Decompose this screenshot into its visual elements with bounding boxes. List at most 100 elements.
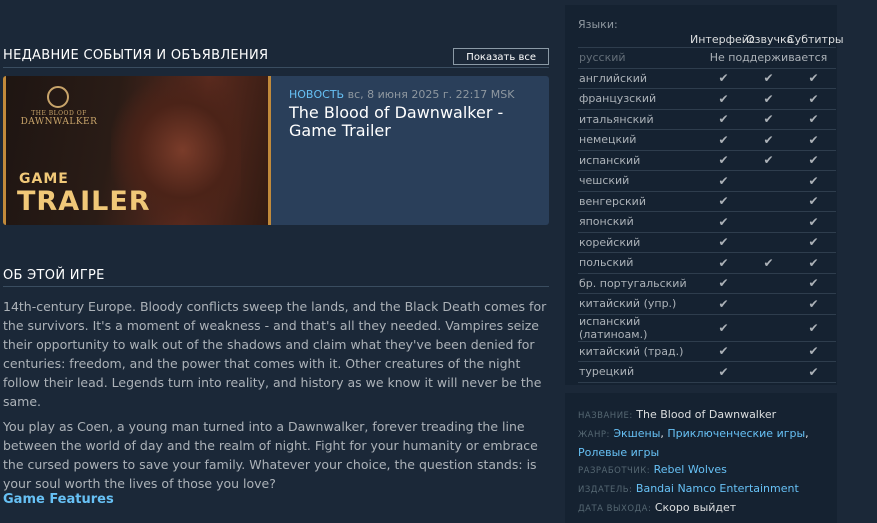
subtitles-check-icon: ✔	[791, 191, 836, 212]
info-name-label: НАЗВАНИЕ:	[578, 411, 633, 421]
info-name-row: НАЗВАНИЕ: The Blood of Dawnwalker	[578, 406, 833, 425]
language-name: немецкий	[578, 129, 701, 151]
developer-link[interactable]: Rebel Wolves	[654, 463, 727, 476]
language-row: польский ✔ ✔ ✔	[578, 252, 836, 274]
interface-check-icon: ✔	[701, 361, 746, 383]
genre-link[interactable]: Экшены	[613, 427, 660, 440]
language-row: бр. португальский ✔ ✔	[578, 273, 836, 294]
event-card[interactable]: THE BLOOD OF DAWNWALKER GAME TRAILER НОВ…	[3, 76, 549, 225]
subtitles-check-icon: ✔	[791, 314, 836, 342]
language-name: китайский (упр.)	[578, 293, 701, 315]
interface-check-icon: ✔	[701, 170, 746, 192]
event-meta: НОВОСТЬ вс, 8 июня 2025 г. 22:17 MSK	[289, 88, 514, 101]
voice-check-icon	[746, 191, 791, 212]
interface-check-icon: ✔	[701, 68, 746, 89]
language-name: английский	[578, 68, 701, 89]
interface-check-icon: ✔	[701, 109, 746, 130]
info-publisher-row: ИЗДАТЕЛЬ: Bandai Namco Entertainment	[578, 480, 833, 499]
language-row: итальянский ✔ ✔ ✔	[578, 109, 836, 130]
game-features-link[interactable]: Game Features	[3, 492, 114, 507]
event-tag: НОВОСТЬ	[289, 88, 345, 101]
interface-check-icon: ✔	[701, 129, 746, 151]
language-name: бр. португальский	[578, 273, 701, 294]
interface-check-icon: ✔	[701, 232, 746, 253]
voice-check-icon	[746, 211, 791, 233]
voice-check-icon: ✔	[746, 252, 791, 274]
language-name: польский	[578, 252, 701, 274]
event-date: вс, 8 июня 2025 г. 22:17 MSK	[347, 88, 515, 101]
about-section-header: ОБ ЭТОЙ ИГРЕ	[3, 268, 549, 287]
voice-check-icon: ✔	[746, 68, 791, 89]
language-name: русский	[578, 47, 701, 69]
subtitles-check-icon: ✔	[791, 273, 836, 294]
language-row: русский Не поддерживается	[578, 47, 836, 69]
info-release-row: ДАТА ВЫХОДА: Скоро выйдет	[578, 499, 833, 518]
info-genre-label: ЖАНР:	[578, 430, 610, 440]
interface-check-icon: ✔	[701, 341, 746, 362]
info-release-label: ДАТА ВЫХОДА:	[578, 504, 652, 514]
events-section-header: НЕДАВНИЕ СОБЫТИЯ И ОБЪЯВЛЕНИЯ Показать в…	[3, 48, 549, 68]
language-name: испанский	[578, 150, 701, 171]
languages-title: Языки:	[578, 18, 618, 31]
language-name: чешский	[578, 170, 701, 192]
interface-check-icon: ✔	[701, 211, 746, 233]
game-details-panel: НАЗВАНИЕ: The Blood of Dawnwalker ЖАНР: …	[565, 393, 837, 523]
subtitles-check-icon: ✔	[791, 232, 836, 253]
info-developer-row: РАЗРАБОТЧИК: Rebel Wolves	[578, 461, 833, 480]
language-name: венгерский	[578, 191, 701, 212]
about-paragraph: 14th-century Europe. Bloody conflicts sw…	[3, 299, 547, 409]
show-all-button[interactable]: Показать все	[453, 48, 549, 65]
language-name: испанский (латиноам.)	[578, 314, 701, 342]
language-row: чешский ✔ ✔	[578, 170, 836, 192]
language-row: венгерский ✔ ✔	[578, 191, 836, 212]
subtitles-check-icon: ✔	[791, 68, 836, 89]
subtitles-check-icon: ✔	[791, 252, 836, 274]
voice-check-icon	[746, 314, 791, 342]
interface-check-icon: ✔	[701, 293, 746, 315]
genre-link[interactable]: Приключенческие игры	[667, 427, 805, 440]
about-section-title: ОБ ЭТОЙ ИГРЕ	[3, 268, 105, 283]
event-title[interactable]: The Blood of Dawnwalker - Game Trailer	[289, 104, 545, 140]
voice-check-icon	[746, 293, 791, 315]
subtitles-check-icon: ✔	[791, 170, 836, 192]
language-row: испанский ✔ ✔ ✔	[578, 150, 836, 171]
info-developer-label: РАЗРАБОТЧИК:	[578, 466, 651, 476]
subtitles-check-icon: ✔	[791, 129, 836, 151]
language-row: турецкий ✔ ✔	[578, 361, 836, 383]
language-row: немецкий ✔ ✔ ✔	[578, 129, 836, 151]
language-row: корейский ✔ ✔	[578, 232, 836, 253]
subtitles-check-icon: ✔	[791, 211, 836, 233]
language-name: китайский (трад.)	[578, 341, 701, 362]
language-name: французский	[578, 88, 701, 110]
interface-check-icon: ✔	[701, 252, 746, 274]
voice-check-icon: ✔	[746, 150, 791, 171]
column-subtitles: Субтитры	[787, 33, 844, 46]
genre-link[interactable]: Ролевые игры	[578, 446, 659, 459]
not-supported-text: Не поддерживается	[701, 47, 836, 69]
voice-check-icon	[746, 341, 791, 362]
info-publisher-label: ИЗДАТЕЛЬ:	[578, 485, 633, 495]
thumbnail-border	[3, 76, 271, 225]
subtitles-check-icon: ✔	[791, 109, 836, 130]
language-row: китайский (трад.) ✔ ✔	[578, 341, 836, 362]
voice-check-icon	[746, 170, 791, 192]
voice-check-icon	[746, 273, 791, 294]
interface-check-icon: ✔	[701, 191, 746, 212]
event-thumbnail[interactable]: THE BLOOD OF DAWNWALKER GAME TRAILER	[3, 76, 271, 225]
language-name: турецкий	[578, 361, 701, 383]
language-name: корейский	[578, 232, 701, 253]
info-release-value: Скоро выйдет	[654, 501, 737, 514]
language-row: японский ✔ ✔	[578, 211, 836, 233]
interface-check-icon: ✔	[701, 150, 746, 171]
interface-check-icon: ✔	[701, 88, 746, 110]
language-name: итальянский	[578, 109, 701, 130]
about-description: 14th-century Europe. Bloody conflicts sw…	[3, 297, 549, 499]
subtitles-check-icon: ✔	[791, 150, 836, 171]
info-name-value: The Blood of Dawnwalker	[636, 408, 777, 421]
languages-table: русский Не поддерживается английский ✔ ✔ ✔ фра…	[578, 47, 836, 383]
publisher-link[interactable]: Bandai Namco Entertainment	[636, 482, 799, 495]
voice-check-icon	[746, 361, 791, 383]
about-paragraph: You play as Coen, a young man turned int…	[3, 419, 538, 491]
interface-check-icon: ✔	[701, 273, 746, 294]
voice-check-icon: ✔	[746, 88, 791, 110]
